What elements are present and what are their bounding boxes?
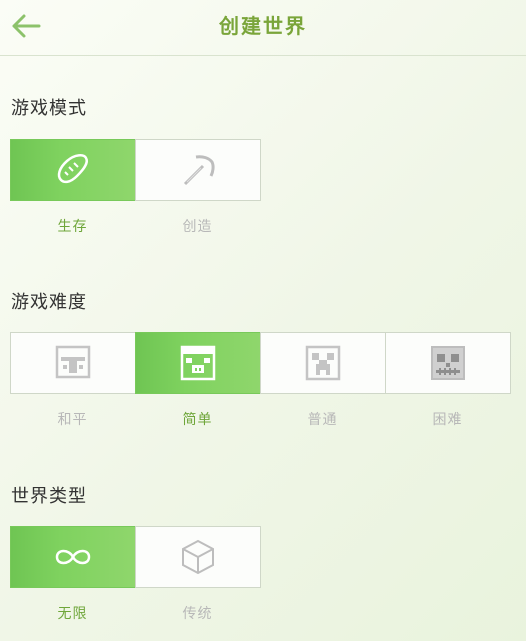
option-hard[interactable] — [385, 332, 511, 394]
cube-icon — [182, 539, 214, 575]
option-label-survival: 生存 — [57, 219, 88, 235]
option-creative[interactable] — [135, 139, 261, 201]
option-survival[interactable] — [10, 139, 136, 201]
bread-icon — [57, 154, 88, 184]
villager-face-icon — [55, 345, 91, 379]
infinity-icon — [55, 549, 91, 565]
world-type-labels: 无限 传统 — [10, 603, 260, 623]
creeper-face-icon — [305, 345, 341, 381]
option-label-old: 传统 — [182, 606, 213, 622]
option-peaceful[interactable] — [10, 332, 136, 394]
world-type-options — [10, 526, 261, 588]
skeleton-face-icon — [431, 346, 465, 380]
top-bar: 创建世界 — [0, 0, 526, 56]
section-title-world-type: 世界类型 — [11, 486, 87, 507]
option-label-creative: 创造 — [182, 219, 213, 235]
option-label-easy: 简单 — [182, 412, 213, 428]
pickaxe-icon — [183, 155, 215, 186]
option-old[interactable] — [135, 526, 261, 588]
option-easy[interactable] — [135, 332, 261, 394]
difficulty-options — [10, 332, 511, 394]
page-title: 创建世界 — [219, 14, 307, 38]
option-label-hard: 困难 — [432, 412, 463, 428]
option-label-normal: 普通 — [307, 412, 338, 428]
pig-face-icon — [180, 345, 216, 381]
section-title-difficulty: 游戏难度 — [11, 292, 87, 313]
difficulty-labels: 和平 简单 普通 困难 — [10, 409, 510, 429]
option-normal[interactable] — [260, 332, 386, 394]
section-title-game-mode: 游戏模式 — [11, 98, 87, 119]
game-mode-options — [10, 139, 261, 201]
game-mode-labels: 生存 创造 — [10, 216, 260, 236]
option-label-infinite: 无限 — [57, 606, 88, 622]
option-label-peaceful: 和平 — [57, 412, 88, 428]
option-infinite[interactable] — [10, 526, 136, 588]
